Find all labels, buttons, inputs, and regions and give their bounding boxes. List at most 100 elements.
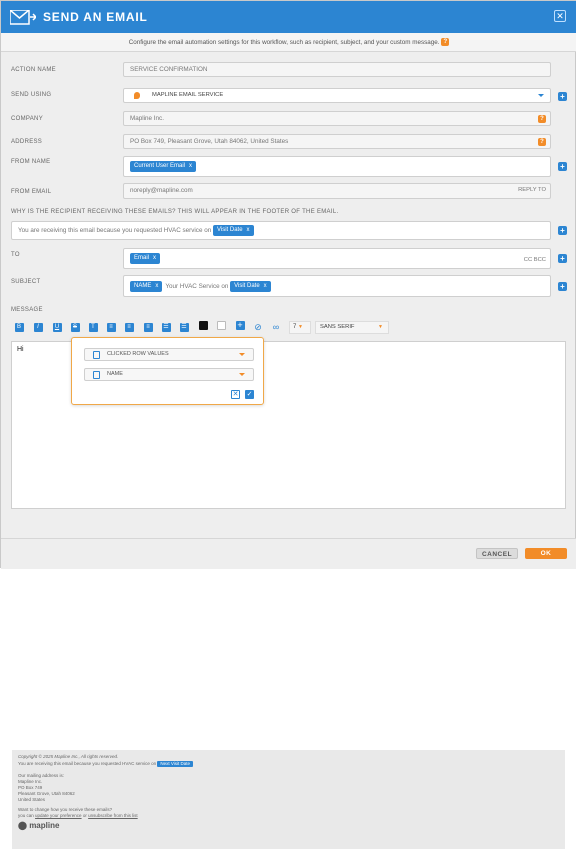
action-name-input[interactable]: SERVICE CONFIRMATION	[123, 62, 551, 77]
italic-button[interactable]: I	[32, 321, 44, 335]
align-left-button[interactable]: ≡	[142, 321, 154, 335]
footer-receiving: You are receiving this email because you…	[18, 761, 559, 767]
footer-can: you can	[18, 813, 34, 818]
bg-color-button[interactable]	[215, 321, 227, 335]
column-icon	[93, 371, 100, 379]
subject-name-chip[interactable]: NAME x	[130, 280, 163, 292]
outdent-button[interactable]: ≡	[123, 321, 135, 335]
send-using-label: SEND USING	[11, 92, 52, 98]
from-name-chip[interactable]: Current User Email x	[130, 160, 197, 172]
link-icon[interactable]: ∞	[270, 321, 282, 335]
add-from-name-button[interactable]: +	[558, 162, 567, 171]
attachment-icon[interactable]: ⊘	[252, 321, 264, 335]
chip-label: NAME	[134, 282, 152, 289]
footer-receiving-text: You are receiving this email because you…	[18, 761, 157, 766]
help-icon[interactable]: ?	[441, 38, 450, 47]
from-name-input[interactable]: Current User Email x	[123, 156, 551, 177]
from-name-label: FROM NAME	[11, 159, 51, 165]
option-label: NAME	[107, 371, 123, 377]
chip-label: Current User Email	[134, 162, 186, 169]
mapline-logo: ⬤ mapline	[18, 821, 60, 830]
popup-confirm-icon[interactable]: ✓	[245, 390, 254, 399]
help-icon[interactable]: ?	[538, 115, 546, 123]
subject-input[interactable]: NAME x Your HVAC Service on Visit Date x	[123, 275, 551, 297]
font-size-select[interactable]: 7 ▼	[289, 321, 311, 334]
remove-chip-icon[interactable]: x	[153, 255, 156, 261]
chevron-down-icon	[239, 353, 245, 356]
cancel-button[interactable]: CANCEL	[476, 548, 518, 559]
close-icon[interactable]: ✕	[554, 10, 566, 22]
footer-or: or	[82, 813, 87, 818]
remove-chip-icon[interactable]: x	[247, 227, 250, 233]
help-icon[interactable]: ?	[538, 138, 546, 146]
ok-button[interactable]: OK	[525, 548, 567, 559]
send-email-dialog: SEND AN EMAIL ✕ Configure the email auto…	[0, 0, 576, 849]
action-name-label: ACTION NAME	[11, 67, 56, 73]
indent-button[interactable]: ≡	[105, 321, 117, 335]
subject-text: Your HVAC Service on	[165, 283, 229, 290]
text-color-button[interactable]	[197, 321, 209, 335]
send-using-select[interactable]: MAPLINE EMAIL SERVICE	[123, 88, 551, 103]
chip-label: Visit Date	[234, 282, 260, 289]
company-value: Mapline Inc.	[130, 115, 164, 122]
insert-field-button[interactable]: +	[234, 321, 246, 335]
info-banner: Configure the email automation settings …	[1, 33, 576, 52]
column-icon	[93, 351, 100, 359]
send-using-value: MAPLINE EMAIL SERVICE	[152, 92, 224, 98]
font-family-value: SANS SERIF	[320, 324, 355, 330]
company-label: COMPANY	[11, 116, 43, 122]
remove-chip-icon[interactable]: x	[264, 283, 267, 289]
field-select[interactable]: NAME	[84, 368, 254, 381]
action-name-value: SERVICE CONFIRMATION	[130, 66, 208, 73]
dialog-title: SEND AN EMAIL	[43, 10, 148, 24]
chip-label: Email	[134, 254, 150, 261]
address-input[interactable]: PO Box 749, Pleasant Grove, Utah 84062, …	[123, 134, 551, 149]
unsubscribe-link[interactable]: unsubscribe from this list	[88, 813, 138, 818]
why-input[interactable]: You are receiving this email because you…	[11, 221, 551, 240]
add-to-button[interactable]: +	[558, 254, 567, 263]
popup-cancel-icon[interactable]: ✕	[231, 390, 240, 399]
email-footer-preview: Copyright © 2025 Mapline Inc., All right…	[12, 750, 565, 849]
bold-button[interactable]: B	[13, 321, 25, 335]
info-text: Configure the email automation settings …	[128, 39, 440, 46]
remove-chip-icon[interactable]: x	[189, 163, 192, 169]
bullet-list-button[interactable]: ☰	[160, 321, 172, 335]
option-label: CLICKED ROW VALUES	[107, 351, 169, 357]
underline-button[interactable]: U	[51, 321, 63, 335]
chip-label: Visit Date	[216, 226, 243, 233]
clicked-row-values-select[interactable]: CLICKED ROW VALUES	[84, 348, 254, 361]
from-email-input[interactable]: noreply@mapline.com REPLY TO	[123, 183, 551, 199]
from-email-label: FROM EMAIL	[11, 189, 52, 195]
font-family-select[interactable]: SANS SERIF ▼	[315, 321, 389, 334]
footer-copyright: Copyright © 2025 Mapline Inc., All right…	[18, 754, 119, 759]
logo-text: mapline	[29, 821, 60, 830]
remove-chip-icon[interactable]: x	[155, 283, 158, 289]
add-send-using-button[interactable]: +	[558, 92, 567, 101]
to-input[interactable]: Email x CC BCC	[123, 248, 551, 269]
editor-body: Hi	[17, 346, 24, 353]
why-chip[interactable]: Visit Date x	[212, 224, 254, 236]
numbered-list-button[interactable]: ☰	[178, 321, 190, 335]
envelope-icon	[10, 10, 36, 25]
dialog-header: SEND AN EMAIL ✕	[1, 1, 576, 33]
add-subject-button[interactable]: +	[558, 282, 567, 291]
clear-format-button[interactable]: T	[87, 321, 99, 335]
strikethrough-button[interactable]: S	[69, 321, 81, 335]
cc-bcc-link[interactable]: CC BCC	[524, 254, 546, 267]
pin-icon	[134, 92, 140, 99]
subject-date-chip[interactable]: Visit Date x	[230, 280, 271, 292]
add-why-button[interactable]: +	[558, 226, 567, 235]
why-label: WHY IS THE RECIPIENT RECEIVING THESE EMA…	[11, 209, 339, 215]
to-label: TO	[11, 252, 20, 258]
reply-to-link[interactable]: REPLY TO	[518, 184, 546, 197]
address-value: PO Box 749, Pleasant Grove, Utah 84062, …	[130, 138, 289, 145]
to-chip[interactable]: Email x	[130, 252, 161, 264]
font-size-value: 7	[293, 324, 297, 330]
subject-label: SUBJECT	[11, 279, 41, 285]
address-label: ADDRESS	[11, 139, 43, 145]
company-input[interactable]: Mapline Inc.?	[123, 111, 551, 126]
update-preferences-link[interactable]: update your preference	[35, 813, 82, 818]
message-label: MESSAGE	[11, 307, 43, 313]
why-text: You are receiving this email because you…	[18, 227, 212, 234]
footer-address-line: United States	[18, 797, 46, 802]
